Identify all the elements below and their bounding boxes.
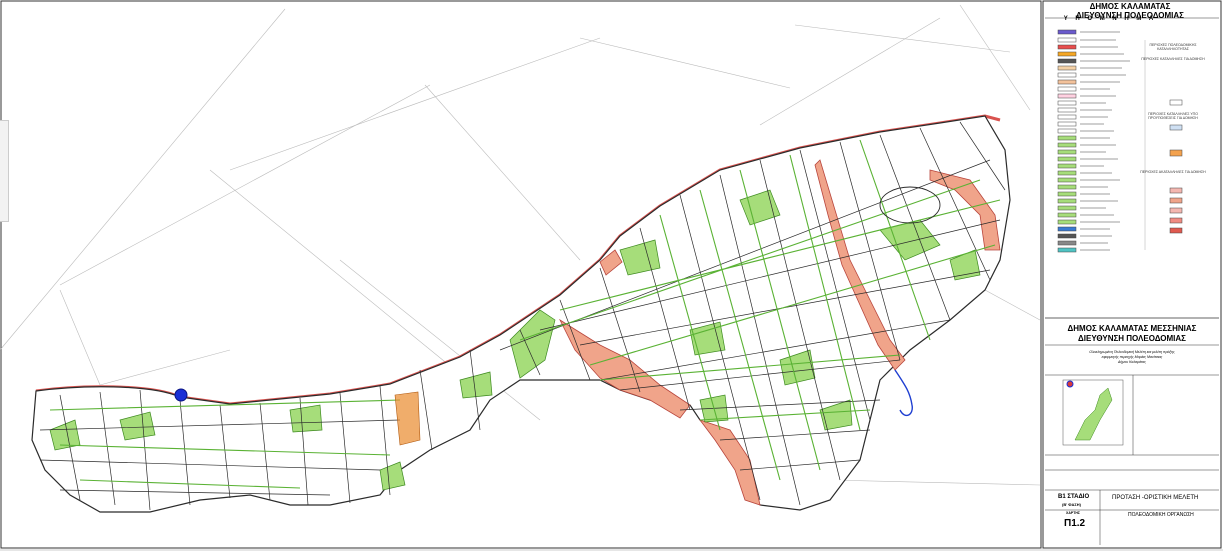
stage-label: Β1 ΣΤΑΔΙΟ bbox=[1058, 494, 1090, 500]
side-collapse-tab[interactable] bbox=[0, 120, 9, 222]
proposal-label: ΠΡΟΤΑΣΗ -ΟΡΙΣΤΙΚΗ ΜΕΛΕΤΗ bbox=[1112, 495, 1199, 501]
title-block-line1: ΔΗΜΟΣ ΚΑΛΑΜΑΤΑΣ ΜΕΣΣΗΝΙΑΣ bbox=[1067, 324, 1197, 333]
legend-text-lines bbox=[1080, 31, 1130, 251]
right-group-3: ΠΕΡΙΟΧΕΣ ΚΑΤΑΛΛΗΛΕΣ ΥΠΟ ΠΡΟΫΠΟΘΕΣΕΙΣ ΓΙΑ… bbox=[1148, 112, 1198, 120]
title-block-description: Ολοκληρωμένη Πολεοδομική Μελέτη και μελέ… bbox=[1050, 350, 1214, 365]
legend-swatches bbox=[1057, 29, 1077, 253]
title-block-heading: ΔΗΜΟΣ ΚΑΛΑΜΑΤΑΣ ΜΕΣΣΗΝΙΑΣ ΔΙΕΥΘΥΝΣΗ ΠΟΛΕ… bbox=[1046, 324, 1218, 344]
river-line bbox=[894, 369, 913, 417]
location-marker bbox=[174, 388, 188, 402]
legend-heading: Υ Π Ο Μ Ν Η Μ Α bbox=[1063, 16, 1157, 22]
right-group-2: ΠΕΡΙΟΧΕΣ ΚΑΤΑΛΛΗΛΕΣ ΓΙΑ ΔΟΜΗΣΗ bbox=[1141, 57, 1205, 61]
sheet-number: Π1.2 bbox=[1064, 518, 1086, 529]
sheet-label: ΧΑΡΤΗΣ bbox=[1066, 511, 1080, 515]
right-group-4: ΠΕΡΙΟΧΕΣ ΑΚΑΤΑΛΛΗΛΕΣ ΓΙΑ ΔΟΜΗΣΗ bbox=[1140, 170, 1206, 174]
urban-plan-map[interactable] bbox=[0, 0, 1223, 560]
title-block-line2: ΔΙΕΥΘΥΝΣΗ ΠΟΛΕΟΔΟΜΙΑΣ bbox=[1078, 334, 1186, 343]
subject-label: ΠΟΛΕΟΔΟΜΙΚΗ ΟΡΓΑΝΩΣΗ bbox=[1128, 512, 1194, 518]
stage-sub-label: (Β' ΦΑΣΗ) bbox=[1062, 502, 1081, 507]
locator-marker bbox=[1066, 380, 1074, 388]
right-group-1: ΠΕΡΙΟΧΕΣ ΠΟΛΕΟΔΟΜΙΚΗΣ ΚΑΤΑΛΛΗΛΟΤΗΤΑΣ bbox=[1149, 43, 1197, 51]
description-line3: Δήμου Καλαμάτας bbox=[1118, 360, 1146, 364]
legend-title-line1: ΔΗΜΟΣ ΚΑΛΑΜΑΤΑΣ bbox=[1089, 2, 1171, 11]
urban-area bbox=[31, 115, 1011, 513]
